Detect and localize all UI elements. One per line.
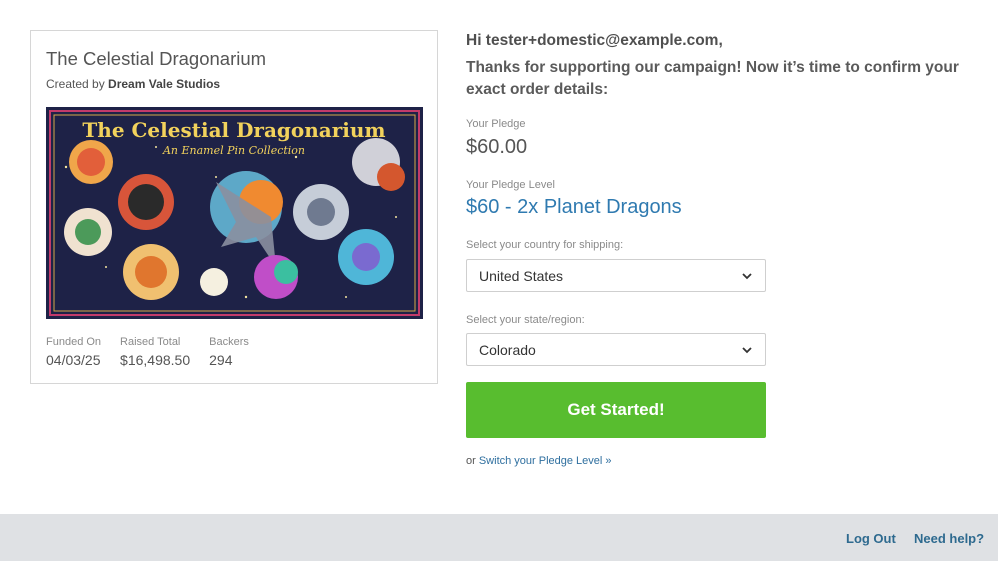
banner-subtitle: An Enamel Pin Collection (162, 144, 305, 157)
campaign-stats: Funded On 04/03/25 Raised Total $16,498.… (46, 336, 268, 368)
banner-title: The Celestial Dragonarium (82, 118, 385, 142)
country-select[interactable]: United States (466, 259, 766, 292)
state-select-label: Select your state/region: (466, 314, 585, 326)
creator-prefix: Created by (46, 77, 105, 91)
switch-pledge-row: or Switch your Pledge Level » (466, 455, 612, 467)
country-select-label: Select your country for shipping: (466, 239, 624, 251)
stat-label: Raised Total (120, 336, 181, 348)
country-select-value: United States (479, 267, 564, 284)
thanks-text: Thanks for supporting our campaign! Now … (466, 59, 959, 98)
campaign-creator: Created by Dream Vale Studios (46, 77, 220, 91)
creator-name: Dream Vale Studios (108, 77, 221, 91)
pledge-level-label: Your Pledge Level (466, 179, 555, 191)
footer: Log Out Need help? (0, 514, 998, 561)
order-panel: Hi tester+domestic@example.com, Thanks f… (466, 30, 976, 467)
pledge-label: Your Pledge (466, 118, 526, 130)
stat-label: Backers (209, 336, 249, 348)
campaign-card: The Celestial Dragonarium Created by Dre… (30, 30, 438, 384)
pledge-amount: $60.00 (466, 136, 528, 158)
pledge-level-value: $60 - 2x Planet Dragons (466, 196, 682, 218)
stat-raised-total: Raised Total $16,498.50 (120, 336, 190, 368)
state-select-value: Colorado (479, 341, 536, 358)
get-started-button[interactable]: Get Started! (466, 382, 766, 438)
stat-backers: Backers 294 (209, 336, 249, 368)
stat-value: 294 (209, 352, 233, 368)
state-select[interactable]: Colorado (466, 333, 766, 366)
stat-value: 04/03/25 (46, 352, 101, 368)
banner-illustration: The Celestial Dragonarium An Enamel Pin … (46, 107, 423, 319)
campaign-title: The Celestial Dragonarium (46, 48, 267, 69)
campaign-banner-image: The Celestial Dragonarium An Enamel Pin … (46, 107, 423, 319)
chevron-down-icon (742, 272, 752, 279)
switch-prefix: or (466, 455, 476, 467)
stat-value: $16,498.50 (120, 352, 191, 368)
stat-funded-on: Funded On 04/03/25 (46, 336, 101, 368)
switch-pledge-level-link[interactable]: Switch your Pledge Level » (479, 455, 612, 467)
logout-link[interactable]: Log Out (846, 531, 896, 546)
stat-label: Funded On (46, 336, 102, 348)
greeting-text: Hi tester+domestic@example.com, (466, 32, 723, 49)
need-help-link[interactable]: Need help? (914, 531, 984, 546)
chevron-down-icon (742, 346, 752, 353)
